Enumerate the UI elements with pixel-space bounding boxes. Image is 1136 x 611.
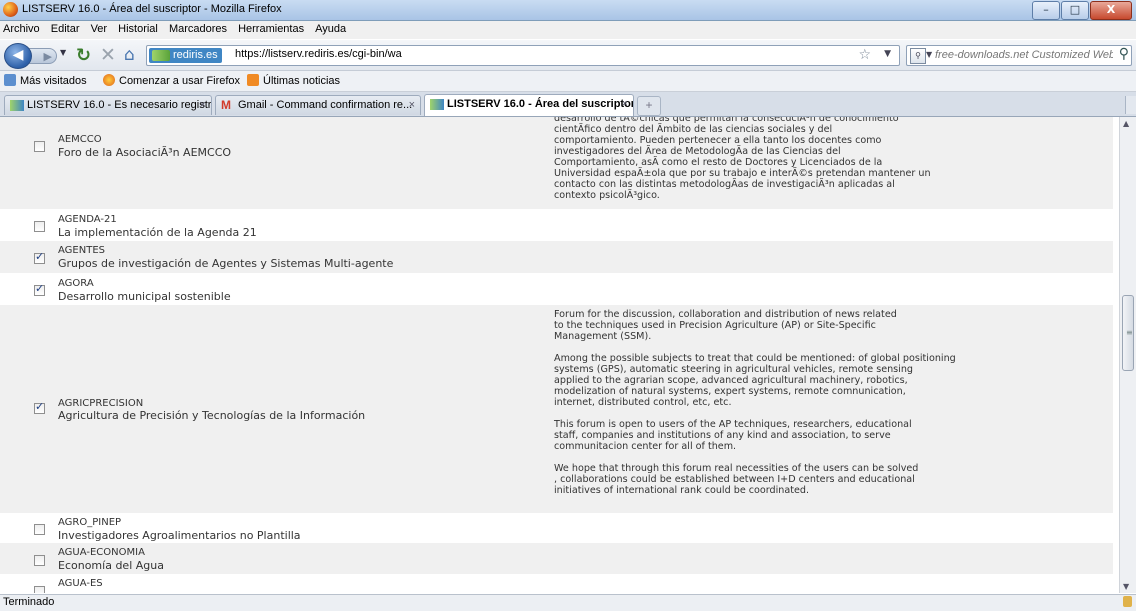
- bookmark-label: Más visitados: [20, 75, 87, 87]
- list-info: Forum for the discussion, collaboration …: [554, 309, 956, 496]
- table-row: AGRO_PINEP Investigadores Agroalimentari…: [0, 513, 1113, 543]
- list-description: Economía del Agua: [58, 559, 164, 572]
- list-checkbox[interactable]: [34, 221, 45, 232]
- scroll-down-icon[interactable]: ▼: [1123, 582, 1129, 591]
- stop-icon[interactable]: ✕: [100, 44, 116, 66]
- table-row: AGRICPRECISION Agricultura de Precisión …: [0, 305, 1113, 513]
- window-title: LISTSERV 16.0 - Área del suscriptor - Mo…: [22, 3, 282, 15]
- menu-ayuda[interactable]: Ayuda: [311, 21, 350, 35]
- search-engine-icon[interactable]: ⚲: [910, 48, 926, 64]
- rss-feed-icon: [247, 74, 259, 86]
- status-text: Terminado: [3, 596, 55, 608]
- rediris-favicon: [152, 50, 170, 61]
- table-row: AGENDA-21 La implementación de la Agenda…: [0, 209, 1113, 241]
- table-row: AEMCCO Foro de la AsociaciÃ³n AEMCCO des…: [0, 117, 1113, 209]
- bookmark-comenzar[interactable]: Comenzar a usar Firefox: [103, 74, 240, 87]
- list-name: AGUA-ES: [58, 578, 103, 589]
- bookmark-label: Comenzar a usar Firefox: [119, 75, 241, 87]
- status-bar: Terminado: [0, 594, 1136, 611]
- menubar: Archivo Editar Ver Historial Marcadores …: [0, 21, 1136, 39]
- reload-icon[interactable]: ↻: [76, 45, 91, 66]
- tab-label: LISTSERV 16.0 - Área del suscriptor: [447, 98, 634, 110]
- list-name: AGENDA-21: [58, 214, 117, 225]
- list-checkbox[interactable]: [34, 282, 45, 296]
- list-table: AEMCCO Foro de la AsociaciÃ³n AEMCCO des…: [0, 117, 1119, 593]
- firefox-icon: [3, 2, 18, 17]
- url-dropdown-icon[interactable]: ▼: [884, 49, 891, 59]
- bookmark-mas-visitados[interactable]: Más visitados: [4, 74, 87, 87]
- url-bar[interactable]: rediris.es https://listserv.rediris.es/c…: [146, 45, 900, 66]
- list-checkbox[interactable]: [34, 250, 45, 264]
- tab-list-button[interactable]: [1125, 96, 1136, 114]
- window-titlebar: LISTSERV 16.0 - Área del suscriptor - Mo…: [0, 0, 1136, 21]
- new-tab-button[interactable]: +: [637, 96, 661, 116]
- firefox-icon: [103, 74, 115, 86]
- bookmark-ultimas-noticias[interactable]: Últimas noticias: [247, 74, 340, 87]
- list-description: Investigadores Agroalimentarios no Plant…: [58, 529, 301, 542]
- menu-ver[interactable]: Ver: [87, 21, 112, 35]
- vertical-scrollbar[interactable]: ▲ ≡ ▼: [1119, 117, 1136, 593]
- maximize-button[interactable]: □: [1061, 1, 1089, 20]
- table-row: AGUA-ES: [0, 574, 1113, 593]
- table-row: AGORA Desarrollo municipal sostenible: [0, 273, 1113, 305]
- list-checkbox[interactable]: [34, 586, 45, 593]
- bookmark-folder-icon: [4, 74, 16, 86]
- menu-editar[interactable]: Editar: [47, 21, 84, 35]
- list-description: Desarrollo municipal sostenible: [58, 290, 231, 303]
- menu-marcadores[interactable]: Marcadores: [165, 21, 231, 35]
- search-input[interactable]: free-downloads.net Customized Web Sea: [935, 49, 1113, 61]
- list-checkbox[interactable]: [34, 555, 45, 566]
- list-name: AGUA-ECONOMIA: [58, 547, 145, 558]
- list-info: desarrollo de tÃ©cnicas que permitan la …: [554, 117, 931, 201]
- search-go-icon[interactable]: ⚲: [1119, 46, 1129, 62]
- search-engine-dropdown-icon[interactable]: ▼: [926, 50, 932, 59]
- menu-archivo[interactable]: Archivo: [0, 21, 44, 35]
- tab-close-icon[interactable]: ×: [409, 99, 415, 111]
- bookmarks-toolbar: Más visitados Comenzar a usar Firefox Úl…: [0, 71, 1136, 92]
- home-icon[interactable]: ⌂: [124, 45, 135, 65]
- tab-label: Gmail - Command confirmation re...: [238, 99, 413, 111]
- tab-bar: LISTSERV 16.0 - Es necesario registra...…: [0, 92, 1136, 117]
- rediris-favicon: [10, 100, 24, 111]
- menu-historial[interactable]: Historial: [114, 21, 162, 35]
- table-row: AGENTES Grupos de investigación de Agent…: [0, 241, 1113, 273]
- minimize-button[interactable]: –: [1032, 1, 1060, 20]
- tab-listserv-registro[interactable]: LISTSERV 16.0 - Es necesario registra...…: [4, 95, 212, 115]
- tab-close-icon[interactable]: ×: [200, 99, 206, 111]
- gmail-icon: M: [221, 98, 231, 112]
- tab-gmail[interactable]: M Gmail - Command confirmation re... ×: [215, 95, 421, 115]
- navigation-toolbar: ▶ ◀ ▼ ↻ ✕ ⌂ rediris.es https://listserv.…: [0, 40, 1136, 71]
- tab-listserv-suscriptor[interactable]: LISTSERV 16.0 - Área del suscriptor ×: [424, 94, 634, 116]
- bookmark-label: Últimas noticias: [263, 75, 341, 87]
- table-row: AGUA-ECONOMIA Economía del Agua: [0, 543, 1113, 574]
- menu-herramientas[interactable]: Herramientas: [234, 21, 308, 35]
- list-checkbox[interactable]: [34, 524, 45, 535]
- list-description: Foro de la AsociaciÃ³n AEMCCO: [58, 146, 232, 159]
- tab-close-icon[interactable]: ×: [622, 98, 628, 110]
- window-controls: – □ X: [1031, 1, 1132, 20]
- bookmark-star-icon[interactable]: ☆: [858, 47, 871, 63]
- list-description: La implementación de la Agenda 21: [58, 226, 257, 239]
- tab-label: LISTSERV 16.0 - Es necesario registra...: [27, 99, 212, 111]
- list-name: AGORA: [58, 278, 94, 289]
- list-description: Grupos de investigación de Agentes y Sis…: [58, 257, 394, 270]
- list-description: Agricultura de Precisión y Tecnologías d…: [58, 409, 366, 422]
- history-dropdown-icon[interactable]: ▼: [60, 48, 66, 57]
- scroll-up-icon[interactable]: ▲: [1123, 119, 1129, 128]
- list-name: AEMCCO: [58, 134, 102, 145]
- search-box[interactable]: ⚲ ▼ free-downloads.net Customized Web Se…: [906, 45, 1132, 66]
- list-name: AGRO_PINEP: [58, 517, 122, 528]
- scrollbar-thumb[interactable]: ≡: [1122, 295, 1134, 371]
- site-identity-label: rediris.es: [173, 49, 218, 61]
- site-identity-badge[interactable]: rediris.es: [149, 48, 222, 63]
- rediris-favicon: [430, 99, 444, 110]
- list-checkbox[interactable]: [34, 141, 45, 152]
- list-name: AGENTES: [58, 245, 105, 256]
- url-text[interactable]: https://listserv.rediris.es/cgi-bin/wa: [235, 48, 402, 60]
- grip-icon: ≡: [1126, 328, 1133, 337]
- close-button[interactable]: X: [1090, 1, 1132, 20]
- list-checkbox[interactable]: [34, 400, 45, 414]
- lock-icon[interactable]: [1123, 596, 1132, 607]
- back-button[interactable]: ◀: [4, 43, 32, 69]
